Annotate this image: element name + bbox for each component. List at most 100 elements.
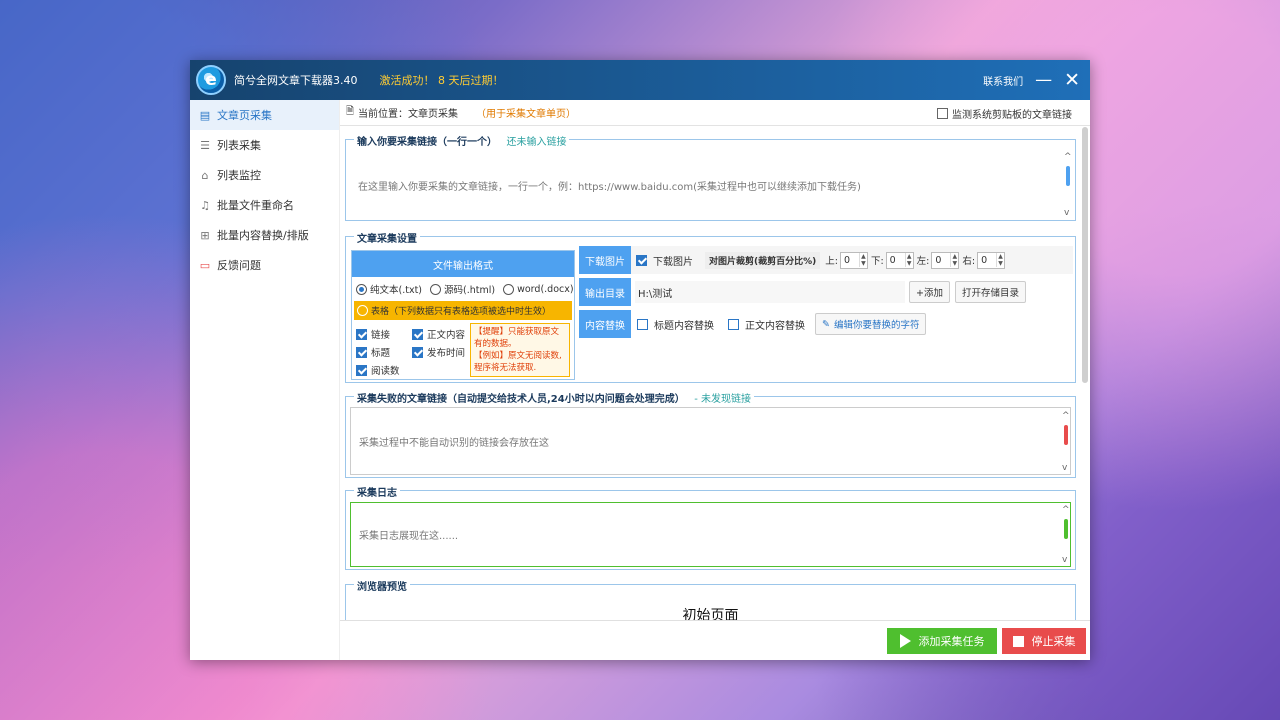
output-dir-row: 输出目录 H:\测试 +添加 打开存储目录 [579,278,1073,306]
feedback-icon: ▭ [199,258,211,272]
sidebar-item-label: 列表采集 [217,139,261,152]
title-replace-checkbox[interactable] [637,318,648,330]
output-dir-input[interactable]: H:\测试 [635,281,905,303]
stop-icon [1012,635,1024,647]
spin-arrows-icon[interactable]: ▲ ▼ [996,253,1004,267]
format-txt-option[interactable]: 纯文本(.txt) [356,282,422,296]
output-dir-label: 输出目录 [579,278,631,306]
settings-title: 文章采集设置 [354,230,420,245]
sidebar-item-batch-rename[interactable]: ♫ 批量文件重命名 [190,190,339,220]
main-scrollbar[interactable] [1082,127,1088,383]
format-table-radio[interactable] [357,305,368,316]
field-read-count[interactable]: 阅读数 [356,363,400,377]
app-title: 简兮全网文章下载器3.40 [234,74,358,87]
format-table-option[interactable]: 表格（下列数据只有表格选项被选中时生效） [354,301,572,320]
format-txt-radio[interactable] [356,283,367,295]
stop-collect-button[interactable]: 停止采集 [1002,628,1086,654]
download-images-label: 下载图片 [579,246,631,274]
browser-preview-title: 浏览器预览 [354,578,410,593]
table-fields: 链接 正文内容 标题 发布时间 阅读数 [356,325,468,379]
sidebar: ▤ 文章页采集 ☰ 列表采集 ⌂ 列表监控 ♫ 批量文件重命名 ⊞ 批量内容替换… [190,100,340,660]
pencil-icon: ✎ [822,318,830,330]
crop-label: 对图片裁剪(裁剪百分比%) [705,251,821,269]
spin-arrows-icon[interactable]: ▲ ▼ [858,253,867,267]
download-images-checkbox[interactable] [636,254,647,266]
sidebar-item-list-collect[interactable]: ☰ 列表采集 [190,130,339,160]
sidebar-item-article-collect[interactable]: ▤ 文章页采集 [190,100,339,130]
app-logo-icon: e [196,65,226,95]
sidebar-item-batch-replace[interactable]: ⊞ 批量内容替换/排版 [190,220,339,250]
field-body[interactable]: 正文内容 [412,327,465,341]
output-format-header: 文件输出格式 [352,251,574,277]
links-input[interactable]: 在这里输入你要采集的文章链接，一行一个，例：https://www.baidu.… [350,150,1061,220]
main-content: 🗎 当前位置： 文章页采集 （用于采集文章单页） 监测系统剪贴板的文章链接 输入… [340,100,1090,660]
crop-left-input[interactable]: 0 ▲ ▼ [931,251,960,269]
close-icon[interactable]: ✕ [1064,70,1080,90]
links-input-scrollbar[interactable]: ^ v [1064,152,1072,218]
action-bar: 添加采集任务 停止采集 [340,620,1090,660]
content-replace-label: 内容替换 [579,310,631,338]
location-prefix: 当前位置： [358,109,409,120]
location-icon: 🗎 [346,106,355,117]
add-dir-button[interactable]: +添加 [909,281,950,303]
failed-links-area[interactable]: 采集过程中不能自动识别的链接会存放在这 [350,407,1071,475]
title-replace-text: 标题内容替换 [654,320,714,332]
replace-icon: ⊞ [200,228,210,242]
failed-links-title: 采集失败的文章链接（自动提交给技术人员,24小时以内问题会处理完成） [357,394,685,405]
spin-arrows-icon[interactable]: ▲ ▼ [950,253,958,267]
crop-bottom-input[interactable]: 0 ▲ ▼ [885,251,914,269]
format-docx-radio[interactable] [503,283,515,295]
failed-links-group: 采集失败的文章链接（自动提交给技术人员,24小时以内问题会处理完成） - 未发现… [345,390,1076,478]
contact-button[interactable]: 联系我们 [983,73,1023,88]
log-area[interactable]: 采集日志展现在这...... [350,502,1071,567]
log-group: 采集日志 采集日志展现在这...... ^ v [345,484,1076,570]
sidebar-item-label: 批量文件重命名 [217,199,294,212]
failed-links-status: - 未发现链接 [694,394,751,405]
minimize-icon[interactable]: — [1035,71,1052,89]
title-bar: e 简兮全网文章下载器3.40 激活成功！ 8 天后过期！ 联系我们 — ✕ [190,60,1090,100]
format-docx-option[interactable]: word(.docx) [503,283,574,295]
monitor-icon: ⌂ [201,168,209,182]
field-publish-time[interactable]: 发布时间 [412,345,465,359]
log-title: 采集日志 [354,484,400,499]
list-icon: ☰ [200,138,210,152]
location-hint: （用于采集文章单页） [476,109,577,120]
body-replace-text: 正文内容替换 [745,320,805,332]
fields-warning: 【提醒】只能获取原文有的数据。 【例如】原文无阅读数,程序将无法获取. [470,323,570,377]
sidebar-item-feedback[interactable]: ▭ 反馈问题 [190,250,339,280]
collect-settings-group: 文章采集设置 文件输出格式 纯文本(.txt) 源码(.html) word(.… [345,230,1076,383]
spin-arrows-icon[interactable]: ▲ ▼ [904,253,913,267]
failed-links-scrollbar[interactable]: ^ v [1062,411,1070,473]
format-html-option[interactable]: 源码(.html) [430,282,495,296]
clipboard-monitor-checkbox[interactable] [937,107,948,119]
edit-replace-button[interactable]: ✎ 编辑你要替换的字符 [815,313,927,335]
input-links-group: 输入你要采集链接（一行一个） 还未输入链接 在这里输入你要采集的文章链接，一行一… [345,133,1076,221]
sidebar-item-list-monitor[interactable]: ⌂ 列表监控 [190,160,339,190]
log-scrollbar[interactable]: ^ v [1062,505,1070,565]
field-title[interactable]: 标题 [356,345,408,359]
output-format-panel: 文件输出格式 纯文本(.txt) 源码(.html) word(.docx) 表… [351,250,575,380]
format-html-radio[interactable] [430,283,442,295]
crop-right-input[interactable]: 0 ▲ ▼ [977,251,1006,269]
field-link[interactable]: 链接 [356,327,408,341]
document-icon: ▤ [199,108,211,122]
content-replace-row: 内容替换 标题内容替换 正文内容替换 ✎ 编辑你要替换的字符 [579,310,1073,338]
sidebar-item-label: 文章页采集 [217,109,272,122]
location-page: 文章页采集 [408,109,459,120]
play-icon [899,634,911,648]
app-window: e 简兮全网文章下载器3.40 激活成功！ 8 天后过期！ 联系我们 — ✕ ▤… [190,60,1090,660]
open-dir-button[interactable]: 打开存储目录 [954,281,1026,303]
breadcrumb: 🗎 当前位置： 文章页采集 （用于采集文章单页） 监测系统剪贴板的文章链接 [340,100,1090,126]
crop-top-input[interactable]: 0 ▲ ▼ [839,251,868,269]
sidebar-item-label: 反馈问题 [217,259,261,272]
sidebar-item-label: 列表监控 [217,169,261,182]
activation-status: 激活成功！ 8 天后过期！ [379,74,504,87]
rename-icon: ♫ [200,198,210,212]
sidebar-item-label: 批量内容替换/排版 [217,229,309,242]
browser-preview-group: 浏览器预览 初始页面 [345,578,1076,624]
clipboard-monitor-toggle[interactable]: 监测系统剪贴板的文章链接 [937,100,1072,126]
add-task-button[interactable]: 添加采集任务 [887,628,997,654]
body-replace-checkbox[interactable] [728,318,739,330]
download-images-text: 下载图片 [653,256,693,268]
input-links-title: 输入你要采集链接（一行一个） [357,137,497,148]
